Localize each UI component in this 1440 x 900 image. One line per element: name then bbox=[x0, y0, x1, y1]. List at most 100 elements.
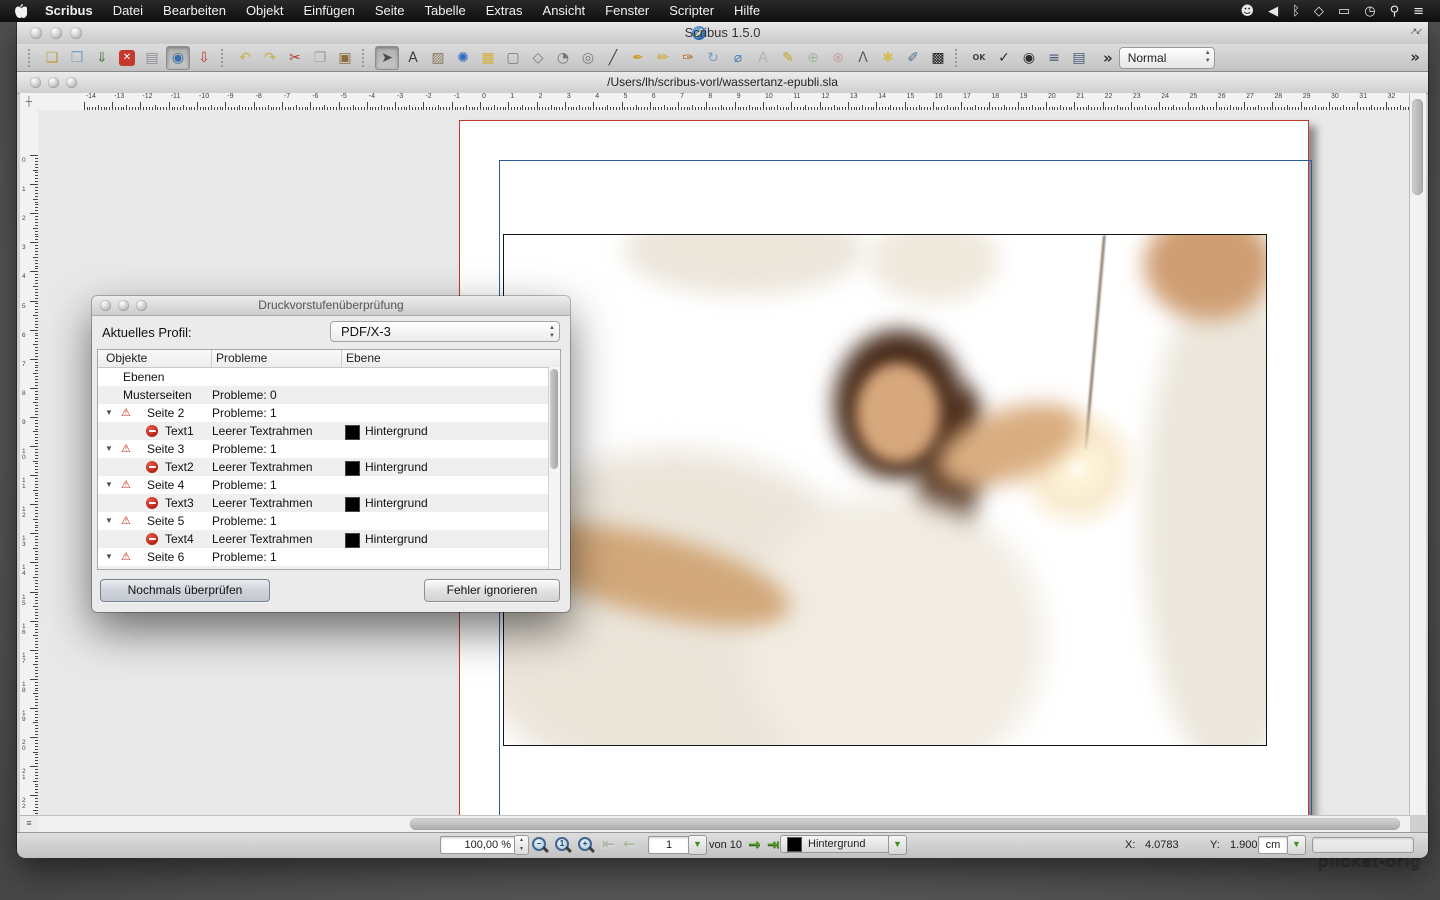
page[interactable] bbox=[459, 120, 1309, 815]
cut-icon[interactable]: ✂ bbox=[284, 47, 306, 69]
insert-shape-icon[interactable]: ▢ bbox=[502, 47, 524, 69]
zoom-level-input[interactable]: 100,00 % bbox=[440, 836, 517, 854]
rotate-item-icon[interactable]: ↻ bbox=[702, 47, 724, 69]
pdf-pushbutton-icon[interactable]: OK bbox=[968, 47, 990, 69]
airport-menu-icon[interactable]: ◇ bbox=[1314, 4, 1324, 19]
layer-select[interactable]: Hintergrund bbox=[780, 835, 889, 853]
insert-calligraphy-icon[interactable]: ✑ bbox=[677, 47, 699, 69]
layer-select-dropdown-icon[interactable]: ▼ bbox=[888, 835, 907, 855]
issue-row[interactable]: ▼⚠Seite 2Probleme: 1 bbox=[98, 404, 560, 422]
toolbar-overflow-chevron[interactable]: » bbox=[1103, 49, 1113, 67]
close-document-icon[interactable]: ✕ bbox=[119, 50, 135, 66]
apple-menu-icon[interactable] bbox=[14, 4, 27, 19]
menu-fenster[interactable]: Fenster bbox=[595, 0, 659, 22]
dialog-scrollbar[interactable] bbox=[548, 367, 560, 569]
select-item-icon[interactable]: ➤ bbox=[375, 46, 399, 70]
menu-bearbeiten[interactable]: Bearbeiten bbox=[153, 0, 236, 22]
expand-triangle-icon[interactable]: ▼ bbox=[105, 552, 113, 561]
copy-icon[interactable]: ❐ bbox=[309, 47, 331, 69]
ruler-origin-box[interactable]: ┼ bbox=[20, 93, 39, 111]
story-editor-icon[interactable]: ✎ bbox=[777, 47, 799, 69]
column-header-probleme[interactable]: Probleme bbox=[216, 351, 267, 365]
pdf-listbox-icon[interactable]: ▤ bbox=[1068, 47, 1090, 69]
new-document-icon[interactable]: ❏ bbox=[41, 47, 63, 69]
insert-bezier-icon[interactable]: ✒ bbox=[627, 47, 649, 69]
redo-icon[interactable]: ↷ bbox=[259, 47, 281, 69]
dialog-titlebar[interactable]: Druckvorstufenüberprüfung bbox=[92, 296, 570, 316]
edit-contents-icon[interactable]: A bbox=[752, 47, 774, 69]
menu-extras[interactable]: Extras bbox=[476, 0, 533, 22]
insert-freehand-icon[interactable]: ✏ bbox=[652, 47, 674, 69]
menu-scribus[interactable]: Scribus bbox=[35, 0, 103, 22]
menu-scripter[interactable]: Scripter bbox=[659, 0, 724, 22]
last-page-icon[interactable]: ⇥ bbox=[767, 835, 780, 853]
copy-item-properties-icon[interactable]: ✱ bbox=[877, 47, 899, 69]
pdf-textfield-icon[interactable]: ≡ bbox=[1043, 47, 1065, 69]
notification-center-menu-icon[interactable]: ≡ bbox=[1413, 4, 1424, 19]
insert-arc-icon[interactable]: ◔ bbox=[552, 47, 574, 69]
horizontal-ruler[interactable]: -14-13-12-11-10-9-8-7-6-5-4-3-2-10123456… bbox=[38, 93, 1410, 111]
window-titlebar[interactable]: Scribus 1.5.0 ↗↙ bbox=[17, 22, 1428, 45]
insert-line-icon[interactable]: ╱ bbox=[602, 47, 624, 69]
eyedropper-icon[interactable]: ✐ bbox=[902, 47, 924, 69]
clock-menu-icon[interactable]: ◷ bbox=[1364, 4, 1375, 19]
expand-triangle-icon[interactable]: ▼ bbox=[105, 516, 113, 525]
zoom-default-icon[interactable]: 1 bbox=[555, 837, 573, 854]
menu-datei[interactable]: Datei bbox=[103, 0, 153, 22]
window-resize-icon[interactable]: ↗↙ bbox=[1410, 26, 1421, 37]
insert-polygon-icon[interactable]: ◇ bbox=[527, 47, 549, 69]
horizontal-scrollbar-thumb[interactable] bbox=[410, 818, 1400, 830]
stepper-arrows-icon[interactable]: ▲▼ bbox=[549, 324, 555, 340]
zoom-icon[interactable]: ⌀ bbox=[727, 47, 749, 69]
horizontal-scrollbar[interactable] bbox=[38, 815, 1410, 833]
issues-table-header[interactable]: Objekte Probleme Ebene bbox=[98, 350, 560, 368]
expand-triangle-icon[interactable]: ▼ bbox=[105, 408, 113, 417]
unit-select[interactable]: cm bbox=[1258, 836, 1288, 854]
unit-select-dropdown-icon[interactable]: ▼ bbox=[1287, 835, 1306, 855]
vertical-scrollbar[interactable] bbox=[1409, 93, 1426, 815]
print-document-icon[interactable]: ▤ bbox=[141, 47, 163, 69]
ruler-options-gizmo[interactable]: ≡ bbox=[20, 815, 38, 833]
issue-row[interactable]: MusterseitenProbleme: 0 bbox=[98, 386, 560, 404]
issue-row[interactable]: Text5Leerer TextrahmenHintergrund bbox=[98, 566, 560, 570]
battery-menu-icon[interactable]: ▭ bbox=[1338, 4, 1350, 19]
document-titlebar[interactable]: /Users/lh/scribus-vorl/wassertanz-epubli… bbox=[17, 72, 1428, 94]
menu-einfügen[interactable]: Einfügen bbox=[294, 0, 365, 22]
previous-page-icon[interactable]: ← bbox=[623, 835, 636, 853]
page-number-input[interactable]: 1 bbox=[648, 836, 690, 854]
issue-row[interactable]: Text4Leerer TextrahmenHintergrund bbox=[98, 530, 560, 548]
issue-row[interactable]: Text3Leerer TextrahmenHintergrund bbox=[98, 494, 560, 512]
column-header-ebene[interactable]: Ebene bbox=[346, 351, 381, 365]
export-pdf-icon[interactable]: ⇩ bbox=[193, 47, 215, 69]
stepper-arrows-icon[interactable]: ▲▼ bbox=[1205, 49, 1211, 65]
paste-icon[interactable]: ▣ bbox=[334, 47, 356, 69]
image-frame-photo[interactable] bbox=[503, 234, 1267, 746]
insert-spiral-icon[interactable]: ◎ bbox=[577, 47, 599, 69]
menu-ansicht[interactable]: Ansicht bbox=[533, 0, 596, 22]
profile-select[interactable]: PDF/X-3 ▲▼ bbox=[330, 321, 560, 342]
measurements-icon[interactable]: Λ bbox=[852, 47, 874, 69]
next-page-icon[interactable]: → bbox=[748, 835, 761, 853]
user-menu-icon[interactable]: ☻ bbox=[1241, 4, 1255, 19]
toolbar-overflow-chevron-right[interactable]: » bbox=[1410, 48, 1420, 66]
pdf-checkbox-icon[interactable]: ✓ bbox=[993, 47, 1015, 69]
undo-icon[interactable]: ↶ bbox=[234, 47, 256, 69]
zoom-stepper[interactable]: ▲▼ bbox=[514, 835, 529, 855]
barcode-icon[interactable]: ▩ bbox=[927, 47, 949, 69]
spotlight-menu-icon[interactable]: ⚲ bbox=[1390, 4, 1400, 19]
preflight-verifier-icon[interactable]: ◉ bbox=[166, 46, 190, 70]
zoom-out-icon[interactable]: − bbox=[532, 837, 550, 854]
insert-text-frame-icon[interactable]: A bbox=[402, 47, 424, 69]
issue-row[interactable]: ▼⚠Seite 3Probleme: 1 bbox=[98, 440, 560, 458]
issue-row[interactable]: Text1Leerer TextrahmenHintergrund bbox=[98, 422, 560, 440]
save-document-icon[interactable]: ⇓ bbox=[91, 47, 113, 69]
expand-triangle-icon[interactable]: ▼ bbox=[105, 444, 113, 453]
issue-row[interactable]: ▼⚠Seite 4Probleme: 1 bbox=[98, 476, 560, 494]
volume-menu-icon[interactable]: ◀ bbox=[1268, 4, 1278, 19]
link-text-frames-icon[interactable]: ⊕ bbox=[802, 47, 824, 69]
expand-triangle-icon[interactable]: ▼ bbox=[105, 480, 113, 489]
issue-row[interactable]: Ebenen bbox=[98, 368, 560, 386]
open-document-icon[interactable]: ❒ bbox=[66, 47, 88, 69]
issue-row[interactable]: ▼⚠Seite 5Probleme: 1 bbox=[98, 512, 560, 530]
recheck-button[interactable]: Nochmals überprüfen bbox=[100, 579, 270, 602]
